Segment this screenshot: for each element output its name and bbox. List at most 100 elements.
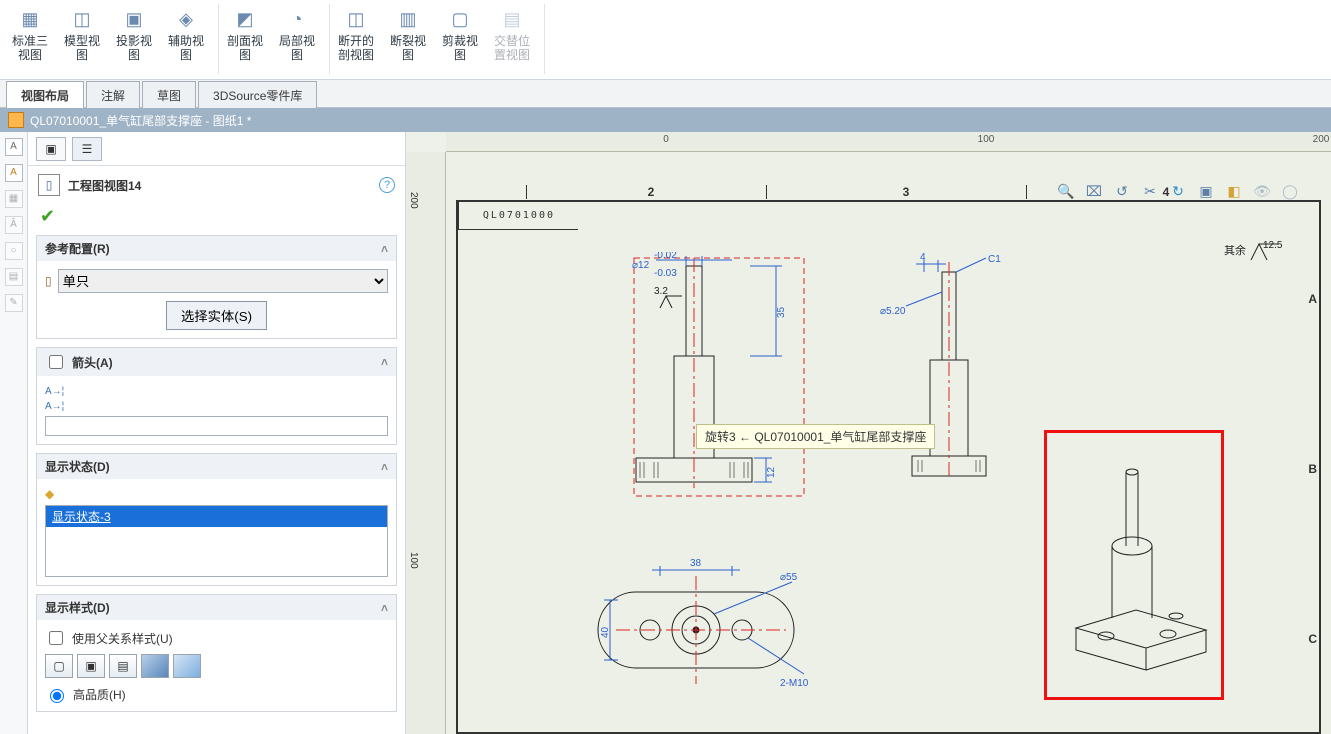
arrow-opt-1: A→¦ xyxy=(45,384,388,399)
auxview-icon: ◈ xyxy=(173,6,199,32)
surface-finish-note: 其余 12.5 xyxy=(1224,238,1289,264)
help-icon[interactable]: ? xyxy=(379,177,395,193)
ribbon-breakview[interactable]: ▥ 断裂视图 xyxy=(384,4,432,74)
top-view[interactable]: 38 40 ⌀55 2-M10 xyxy=(596,552,826,712)
drawing-doc-icon xyxy=(8,112,24,128)
display-style-icon[interactable]: ▣ xyxy=(1195,180,1217,202)
dispstate-list[interactable]: 显示状态-3 xyxy=(45,505,388,577)
dim-d12-up: -0.02 xyxy=(654,252,677,261)
dispstate-item[interactable]: 显示状态-3 xyxy=(46,506,387,527)
view-cube-icon[interactable]: ◧ xyxy=(1223,180,1245,202)
dim-c1: C1 xyxy=(988,254,1001,265)
left-mini-toolbar: A A ▦ Â ○ ▤ ✎ xyxy=(0,132,28,734)
projview-icon: ▣ xyxy=(121,6,147,32)
mini-table-icon[interactable]: ▤ xyxy=(5,268,23,286)
sec-config-title: 参考配置(R) xyxy=(45,240,110,257)
dim-d12: ⌀12 xyxy=(632,260,650,271)
zoom-area-icon[interactable]: ⌧ xyxy=(1083,180,1105,202)
ribbon-sectionview[interactable]: ◩ 剖面视图 xyxy=(221,4,269,74)
front-view[interactable]: -0.02 ⌀12 -0.03 35 12 3.2 xyxy=(616,252,816,502)
tab-viewlayout[interactable]: 视图布局 xyxy=(6,81,84,108)
select-entity-button[interactable]: 选择实体(S) xyxy=(166,301,267,330)
std3view-icon: ▦ xyxy=(17,6,43,32)
mini-note-icon[interactable]: Â xyxy=(5,216,23,234)
modelview-icon: ◫ xyxy=(69,6,95,32)
mini-dim-icon[interactable]: ▦ xyxy=(5,190,23,208)
dim-38: 38 xyxy=(690,558,702,569)
ribbon-projview[interactable]: ▣ 投影视图 xyxy=(110,4,158,74)
dim-d12-lo: -0.03 xyxy=(654,268,677,279)
zoom-icon[interactable]: 🔍 xyxy=(1055,180,1077,202)
mini-a-icon[interactable]: A xyxy=(5,138,23,156)
sec-dispstate-title: 显示状态(D) xyxy=(45,458,110,475)
parent-style-label: 使用父关系样式(U) xyxy=(72,630,173,647)
style-wireframe[interactable]: ▢ xyxy=(45,654,73,678)
style-hidden-gray[interactable]: ▣ xyxy=(77,654,105,678)
parent-style-checkbox[interactable] xyxy=(49,631,63,645)
style-shaded-edges[interactable] xyxy=(141,654,169,678)
sectionview-icon: ◩ xyxy=(232,6,258,32)
dim-4: 4 xyxy=(920,252,926,263)
general-ra: 12.5 xyxy=(1263,240,1283,251)
pm-title: 工程图视图14 xyxy=(68,177,371,194)
drawing-canvas[interactable]: 0 100 200 200 200 100 2 3 4 A B C QL0701… xyxy=(406,132,1331,734)
section-icon[interactable]: ✂ xyxy=(1139,180,1161,202)
ribbon-cropview[interactable]: ▢ 剪裁视图 xyxy=(436,4,484,74)
zone-col-2: 2 xyxy=(641,185,661,199)
altpos-icon: ▤ xyxy=(499,6,525,32)
tab-annotation[interactable]: 注解 xyxy=(86,81,140,108)
document-tab-bar: QL07010001_单气缸尾部支撑座 - 图纸1 * xyxy=(0,108,1331,132)
vertical-ruler: 200 100 xyxy=(406,152,446,734)
ribbon-brokenout[interactable]: ◫ 断开的剖视图 xyxy=(332,4,380,74)
dim-40: 40 xyxy=(600,626,611,638)
sec-dispstyle-title: 显示样式(D) xyxy=(45,599,110,616)
collapse-icon[interactable]: ˄ xyxy=(381,355,388,369)
ribbon-std3view[interactable]: ▦ 标准三视图 xyxy=(6,4,54,74)
hq-label: 高品质(H) xyxy=(73,686,126,703)
appearance-icon[interactable]: ◯ xyxy=(1279,180,1301,202)
mini-aa-icon[interactable]: A xyxy=(5,164,23,182)
mini-sketch-icon[interactable]: ✎ xyxy=(5,294,23,312)
dim-2m10: 2-M10 xyxy=(780,678,809,689)
drawing-number-block: QL0701000 xyxy=(458,202,578,230)
zoom-prev-icon[interactable]: ↺ xyxy=(1111,180,1133,202)
collapse-icon[interactable]: ˄ xyxy=(381,460,388,474)
rotate-icon[interactable]: ↻ xyxy=(1167,180,1189,202)
ribbon-modelview[interactable]: ◫ 模型视图 xyxy=(58,4,106,74)
arrow-input[interactable] xyxy=(45,416,388,436)
collapse-icon[interactable]: ˄ xyxy=(381,242,388,256)
ok-check-icon[interactable]: ✔ xyxy=(28,204,405,235)
view-tooltip: 旋转3 ← QL07010001_单气缸尾部支撑座 xyxy=(696,424,935,449)
brokenout-icon: ◫ xyxy=(343,6,369,32)
hide-show-icon[interactable]: 👁 xyxy=(1251,180,1273,202)
dispstate-icon: ◆ xyxy=(45,487,54,501)
isometric-view[interactable] xyxy=(1046,438,1222,698)
style-hidden-removed[interactable]: ▤ xyxy=(109,654,137,678)
tab-3dsource[interactable]: 3DSource零件库 xyxy=(198,81,317,108)
heads-up-toolbar: 🔍 ⌧ ↺ ✂ ↻ ▣ ◧ 👁 ◯ xyxy=(1055,180,1301,202)
collapse-icon[interactable]: ˄ xyxy=(381,601,388,615)
drawingview-icon: ▯ xyxy=(38,174,60,196)
dim-ra32: 3.2 xyxy=(654,286,668,297)
dim-d55: ⌀55 xyxy=(780,572,798,583)
zone-col-3: 3 xyxy=(896,185,916,199)
ribbon-auxview[interactable]: ◈ 辅助视图 xyxy=(162,4,210,74)
mini-balloon-icon[interactable]: ○ xyxy=(5,242,23,260)
pm-tab-property[interactable]: ☰ xyxy=(72,137,102,161)
dim-d520: ⌀5.20 xyxy=(880,306,906,317)
pm-tab-feature[interactable]: ▣ xyxy=(36,137,66,161)
hq-radio[interactable] xyxy=(50,689,64,703)
tab-sketch[interactable]: 草图 xyxy=(142,81,196,108)
dim-12: 12 xyxy=(766,466,777,478)
document-title: QL07010001_单气缸尾部支撑座 - 图纸1 * xyxy=(30,112,251,129)
sec-arrow-title: 箭头(A) xyxy=(72,354,113,371)
config-icon: ▯ xyxy=(45,274,52,288)
side-view[interactable]: C1 ⌀5.20 4 xyxy=(876,252,1036,492)
arrow-checkbox[interactable] xyxy=(49,355,63,369)
style-shaded[interactable] xyxy=(173,654,201,678)
ribbon-detailview[interactable]: ◔ 局部视图 xyxy=(273,4,321,74)
ribbon-altpos: ▤ 交替位置视图 xyxy=(488,4,536,74)
detailview-icon: ◔ xyxy=(284,6,310,32)
config-select[interactable]: 单只 xyxy=(58,269,388,293)
arrow-opt-2: A→¦ xyxy=(45,399,388,414)
